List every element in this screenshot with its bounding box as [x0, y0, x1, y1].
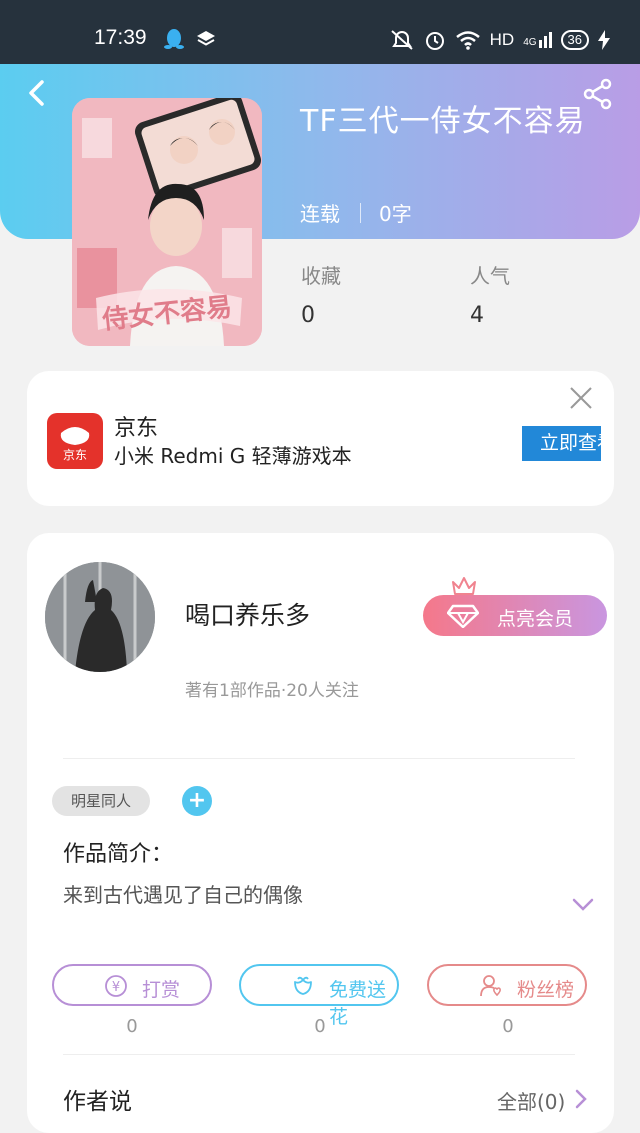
- yuan-coin-icon: ¥: [105, 975, 127, 997]
- genre-tag[interactable]: 明星同人: [52, 786, 150, 816]
- status-bar: 17:39 HD 4G 36: [0, 0, 640, 64]
- ad-cta-button[interactable]: 立即查看: [522, 426, 601, 461]
- diamond-icon: [447, 604, 479, 628]
- signal-bar: [538, 40, 542, 48]
- fan-ranking-label: 粉丝榜: [517, 979, 575, 1001]
- divider: [63, 758, 575, 759]
- stat-label: 收藏: [301, 264, 341, 288]
- close-icon[interactable]: [569, 386, 593, 410]
- status-divider: [360, 202, 361, 223]
- jd-dog-mark: 京东: [60, 427, 90, 462]
- flower-count: 0: [314, 1016, 326, 1037]
- vip-button[interactable]: 点亮会员: [423, 595, 607, 636]
- signal-label: 4G: [523, 37, 537, 48]
- add-tag-button[interactable]: +: [182, 786, 212, 816]
- intro-label: 作品简介：: [63, 842, 174, 867]
- cover-illustration: 侍女不容易: [72, 98, 262, 346]
- status-time: 17:39: [94, 26, 147, 49]
- reward-label: 打赏: [142, 979, 181, 1001]
- author-name[interactable]: 喝口养乐多: [185, 596, 310, 632]
- author-meta: 著有1部作品·20人关注: [185, 681, 359, 701]
- ad-description: 小米 Redmi G 轻薄游戏本: [114, 444, 352, 468]
- network-label: HD: [489, 30, 515, 49]
- avatar-image: [45, 562, 155, 672]
- signal-bar: [543, 36, 547, 48]
- stat-favorites: 收藏 0: [301, 260, 341, 328]
- crown-icon: [452, 577, 476, 595]
- stat-label: 人气: [470, 264, 510, 288]
- author-avatar[interactable]: [45, 562, 155, 672]
- fan-count: 0: [502, 1016, 514, 1037]
- author-says-label: 作者说: [63, 1089, 132, 1115]
- author-says-all-link[interactable]: 全部(0): [497, 1086, 565, 1115]
- jd-logo-icon: 京东: [47, 413, 103, 469]
- layers-icon: [197, 31, 215, 46]
- back-arrow-icon[interactable]: [22, 78, 52, 108]
- qq-penguin-icon: [164, 29, 184, 49]
- send-flower-button[interactable]: 免费送花: [239, 964, 399, 1028]
- charging-bolt-icon: [598, 30, 610, 50]
- alarm-icon: [425, 32, 444, 50]
- ad-brand: 京东: [114, 416, 159, 441]
- vip-label: 点亮会员: [497, 608, 574, 630]
- svg-text:¥: ¥: [112, 980, 120, 995]
- serial-status: 连载: [300, 202, 340, 226]
- battery-icon: 36: [560, 30, 589, 50]
- chevron-right-icon[interactable]: [574, 1088, 588, 1110]
- signal-icon: 4G: [523, 32, 552, 48]
- flower-icon: [294, 976, 312, 995]
- reward-count: 0: [126, 1016, 138, 1037]
- jd-logo-text: 京东: [63, 448, 87, 462]
- chevron-down-icon[interactable]: [571, 897, 595, 913]
- book-status-row: 连载 0字: [300, 198, 412, 227]
- fan-ranking-button[interactable]: 粉丝榜: [427, 964, 587, 1006]
- word-count: 0字: [379, 202, 412, 226]
- reward-button[interactable]: ¥ 打赏: [52, 964, 212, 1006]
- stat-value: 4: [470, 303, 484, 328]
- book-cover-image[interactable]: 侍女不容易: [72, 98, 262, 346]
- wifi-icon: [455, 31, 480, 50]
- status-indicators: HD 4G 36: [389, 26, 610, 54]
- stat-value: 0: [301, 303, 315, 328]
- battery-level: 36: [567, 32, 582, 47]
- fan-ranking-icon: [480, 975, 501, 997]
- intro-text: 来到古代遇见了自己的偶像: [63, 883, 303, 907]
- stat-popularity: 人气 4: [470, 260, 510, 328]
- signal-bar: [548, 32, 552, 48]
- divider: [63, 1054, 575, 1055]
- book-title: TF三代一侍女不容易: [300, 104, 586, 139]
- vibrate-mute-icon: [390, 30, 413, 50]
